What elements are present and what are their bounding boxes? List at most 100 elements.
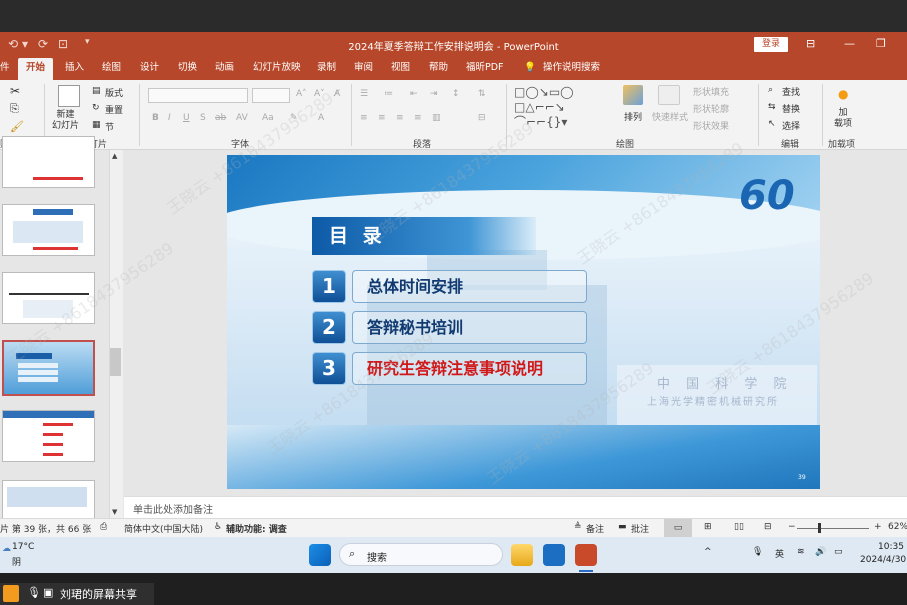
taskbar-search-box[interactable]: ⌕ 搜索 [339,543,503,566]
strikethrough-icon[interactable]: ab [215,113,226,123]
ribbon-display-icon[interactable]: ⊟ [806,37,815,50]
scroll-up-icon[interactable]: ▲ [112,152,117,160]
notes-button[interactable]: 备注 [586,522,604,535]
weather-temp[interactable]: 17°C [12,542,34,552]
slide-thumbnail[interactable] [2,410,95,462]
font-name-combo[interactable] [148,88,248,103]
columns-icon[interactable]: ▥ [432,113,441,123]
spelling-icon[interactable]: ⎙ [100,522,107,532]
normal-view-icon[interactable]: ▭ [664,519,692,537]
tab-insert[interactable]: 插入 [65,58,84,80]
replace-button[interactable]: 替换 [782,102,800,115]
shapes-gallery[interactable]: □◯↘▭◯ □△⌐⌐↘ ⌒⌐⌐{}▾ [514,85,610,131]
login-button[interactable]: 登录 [754,37,788,52]
screen-share-indicator[interactable]: 🎙 ▣ 刘珺的屏幕共享 [0,583,154,605]
language-indicator[interactable]: 简体中文(中国大陆) [124,522,203,535]
thumbnail-scrollbar[interactable] [109,150,123,520]
current-slide[interactable]: 中 国 科 学 院 上海光学精密机械研究所 60 目 录 1 总体时间安排 2 … [227,155,820,489]
tab-animations[interactable]: 动画 [215,58,234,80]
underline-icon[interactable]: U [183,113,190,123]
text-direction-icon[interactable]: ⇅ [478,89,486,99]
wifi-icon[interactable]: ≋ [797,547,805,557]
shape-fill-button[interactable]: 形状填充 [693,85,729,98]
justify-icon[interactable]: ≡ [414,113,422,123]
layout-button[interactable]: 版式 [105,86,123,99]
select-button[interactable]: 选择 [782,119,800,132]
start-icon[interactable] [309,544,331,566]
volume-icon[interactable]: 🔊 [815,547,826,557]
shape-outline-button[interactable]: 形状轮廓 [693,102,729,115]
bullets-icon[interactable]: ☰ [360,89,368,99]
notes-placeholder[interactable]: 单击此处添加备注 [133,501,213,516]
tab-review[interactable]: 审阅 [354,58,373,80]
reset-button[interactable]: 重置 [105,103,123,116]
tell-me-search[interactable]: 操作说明搜索 [543,58,600,80]
font-color-icon[interactable]: A [318,113,324,123]
tab-help[interactable]: 帮助 [429,58,448,80]
shrink-font-icon[interactable]: A˅ [314,89,325,99]
comments-button[interactable]: 批注 [631,522,649,535]
quick-styles-button[interactable]: 快速样式 [652,110,688,123]
cut-icon[interactable]: ✂ [10,84,20,98]
microphone-icon[interactable]: 🎙 [752,547,763,557]
format-painter-icon[interactable]: 🖌 [10,120,24,133]
font-size-combo[interactable] [252,88,290,103]
file-explorer-icon[interactable] [511,544,533,566]
slide-thumbnail[interactable] [2,272,95,324]
zoom-slider-thumb[interactable] [818,523,821,533]
line-spacing-icon[interactable]: ↕ [452,89,460,99]
tab-view[interactable]: 视图 [391,58,410,80]
new-slide-button[interactable]: 新建 幻灯片 [52,110,79,132]
shape-effects-button[interactable]: 形状效果 [693,119,729,132]
tab-draw[interactable]: 绘图 [102,58,121,80]
tab-file[interactable]: 件 [0,58,10,80]
battery-icon[interactable]: ▭ [834,547,843,557]
numbering-icon[interactable]: ≔ [384,89,393,99]
tab-record[interactable]: 录制 [317,58,336,80]
slide-thumbnail[interactable] [2,204,95,256]
tab-slideshow[interactable]: 幻灯片放映 [253,58,301,80]
increase-indent-icon[interactable]: ⇥ [430,89,438,99]
shadow-icon[interactable]: S [200,113,206,123]
notes-pane[interactable]: 单击此处添加备注 [124,496,907,518]
grow-font-icon[interactable]: A˄ [296,89,307,99]
align-center-icon[interactable]: ≡ [378,113,386,123]
tab-transitions[interactable]: 切换 [178,58,197,80]
slide-thumbnail-current[interactable] [2,340,95,396]
clear-format-icon[interactable]: A̸ [334,89,340,99]
weather-desc[interactable]: 阴 [12,555,21,568]
addin-button[interactable]: 加 载项 [834,108,852,130]
ime-indicator[interactable]: 英 [775,547,784,560]
quick-styles-icon[interactable] [658,85,680,105]
meeting-app-icon[interactable] [543,544,565,566]
slideshow-icon[interactable]: ⊟ [764,522,772,532]
zoom-level[interactable]: 62% [888,522,907,532]
copy-icon[interactable]: ⎘ [10,102,19,116]
new-slide-icon[interactable] [58,85,80,107]
restore-icon[interactable]: ❐ [876,37,886,50]
tab-design[interactable]: 设计 [140,58,159,80]
char-spacing-icon[interactable]: AV [236,113,248,123]
decrease-indent-icon[interactable]: ⇤ [410,89,418,99]
find-button[interactable]: 查找 [782,85,800,98]
clock-date[interactable]: 2024/4/30 [860,555,906,565]
clock-time[interactable]: 10:35 [878,542,904,552]
align-right-icon[interactable]: ≡ [396,113,404,123]
change-case-icon[interactable]: Aa [262,113,274,123]
align-left-icon[interactable]: ≡ [360,113,368,123]
bold-icon[interactable]: B [152,113,159,123]
slide-sorter-icon[interactable]: ⊞ [704,522,712,532]
slide-thumbnail[interactable] [2,136,95,188]
italic-icon[interactable]: I [168,113,171,123]
chevron-up-icon[interactable]: ^ [704,547,712,557]
zoom-slider[interactable] [797,528,869,529]
microphone-icon[interactable]: 🎙 [27,586,41,599]
highlight-icon[interactable]: ✎ [290,113,298,123]
thumbnail-scroll-thumb[interactable] [110,348,121,376]
minimize-icon[interactable]: — [844,37,855,50]
reading-view-icon[interactable]: ▯▯ [734,522,744,532]
accessibility-status[interactable]: 辅助功能: 调查 [226,522,287,535]
powerpoint-icon[interactable] [575,544,597,566]
arrange-button[interactable]: 排列 [624,110,642,123]
arrange-icon[interactable] [623,85,643,105]
